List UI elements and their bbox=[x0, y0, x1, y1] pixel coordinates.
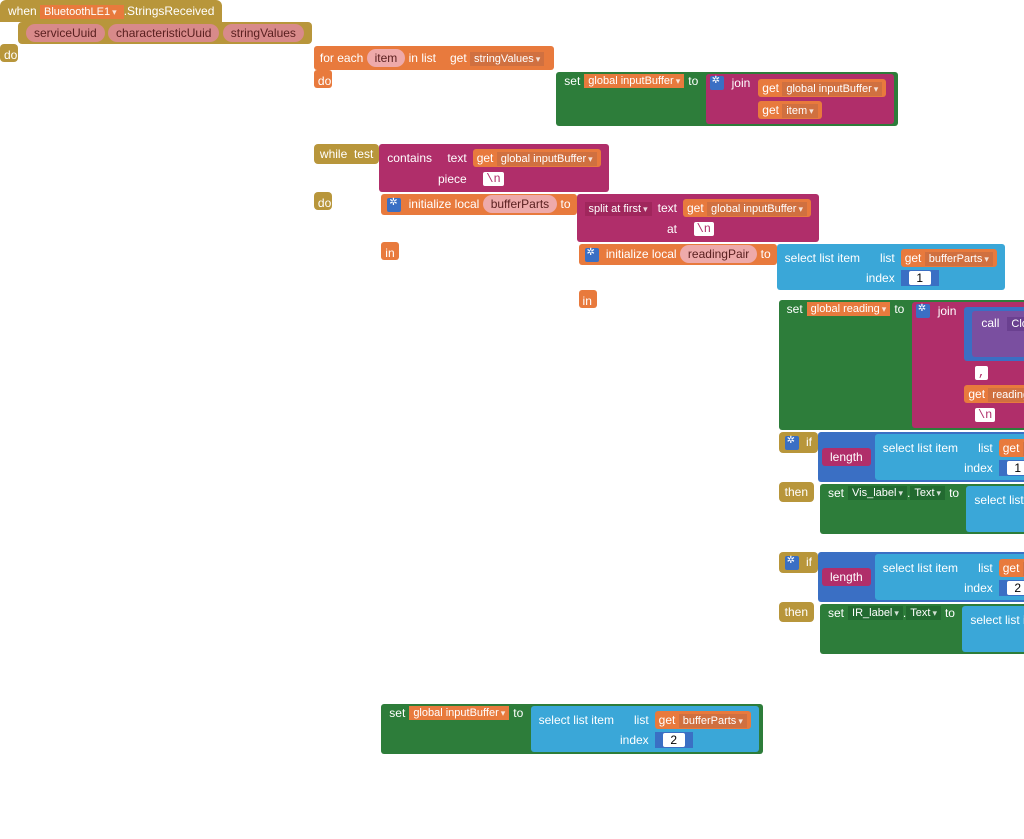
set-inputbuffer-join[interactable]: set global inputBuffer▾ to join get bbox=[556, 72, 898, 126]
param-serviceUuid: serviceUuid bbox=[26, 24, 105, 42]
foreach-do: do bbox=[318, 70, 328, 88]
get-readingpair-5[interactable]: get readingPair▾ bbox=[999, 559, 1024, 577]
gear-icon[interactable] bbox=[785, 556, 799, 570]
init-bufferparts[interactable]: initialize local bufferParts to sp bbox=[381, 194, 1024, 702]
split-block[interactable]: split at first▾ text get global inputBuf… bbox=[577, 194, 819, 242]
param-stringValues: stringValues bbox=[223, 24, 304, 42]
get-bufferparts-2[interactable]: get bufferParts▾ bbox=[655, 711, 751, 729]
select-list-item-4[interactable]: select list item list get bbox=[875, 554, 1024, 600]
number-1[interactable]: 1 bbox=[901, 270, 939, 286]
set-inputbuffer-last[interactable]: set global inputBuffer▾ to select list i… bbox=[381, 704, 763, 754]
foreach-label: for each bbox=[320, 51, 363, 65]
clock-getmillis[interactable]: call Clock1▾ .GetMillis bbox=[972, 311, 1024, 357]
param-characteristicUuid: characteristicUuid bbox=[108, 24, 219, 42]
select-list-item-6[interactable]: select list item list get bufferParts▾ bbox=[531, 706, 759, 752]
number-idx1[interactable]: 1 bbox=[999, 460, 1024, 476]
gear-icon[interactable] bbox=[916, 304, 930, 318]
compare-2[interactable]: length select list item bbox=[818, 552, 1024, 602]
init-readingpair[interactable]: initialize local readingPair to bbox=[579, 244, 1024, 686]
if-block-2[interactable]: if length bbox=[779, 552, 1024, 670]
gear-icon[interactable] bbox=[585, 248, 599, 262]
number-idx2[interactable]: 2 bbox=[999, 580, 1024, 596]
select-list-item-5[interactable]: select list item list get bbox=[962, 606, 1024, 652]
get-inputbuffer-2[interactable]: get global inputBuffer▾ bbox=[473, 149, 601, 167]
get-inputbuffer-3[interactable]: get global inputBuffer▾ bbox=[683, 199, 811, 217]
compare-1[interactable]: length select list item bbox=[818, 432, 1024, 482]
event-component[interactable]: BluetoothLE1▾ bbox=[40, 5, 124, 19]
set-global-reading[interactable]: set global reading▾ to join bbox=[779, 300, 1024, 430]
set-ir-label[interactable]: set IR_label▾ . Text▾ to bbox=[820, 604, 1024, 654]
get-readingpair-3[interactable]: get readingPair▾ bbox=[999, 439, 1024, 457]
foreach-var[interactable]: item bbox=[367, 49, 406, 67]
math-divide[interactable]: call Clock1▾ .GetMillis bbox=[964, 307, 1024, 361]
select-list-item-3[interactable]: select list item list get bbox=[966, 486, 1024, 532]
get-stringValues[interactable]: get stringValues▾ bbox=[446, 49, 548, 67]
event-block[interactable]: when BluetoothLE1▾ .StringsReceived serv… bbox=[0, 0, 1024, 786]
string-newline-1[interactable]: " \n " bbox=[473, 171, 515, 187]
length-1[interactable]: length bbox=[822, 448, 871, 466]
gear-icon[interactable] bbox=[785, 436, 799, 450]
gear-icon[interactable] bbox=[387, 198, 401, 212]
while-block[interactable]: while test contains text get bbox=[314, 144, 1024, 770]
length-2[interactable]: length bbox=[822, 568, 871, 586]
set-vis-label[interactable]: set Vis_label▾ . Text▾ to bbox=[820, 484, 1024, 534]
get-readingpair-1[interactable]: get readingPair▾ bbox=[964, 385, 1024, 403]
do-label: do bbox=[4, 44, 14, 62]
get-bufferparts[interactable]: get bufferParts▾ bbox=[901, 249, 997, 267]
string-newline-3[interactable]: " \n " bbox=[964, 407, 1006, 423]
string-comma[interactable]: " , " bbox=[964, 365, 998, 381]
inlist-label: in list bbox=[409, 51, 436, 65]
select-list-item-2[interactable]: select list item list get bbox=[875, 434, 1024, 480]
get-item[interactable]: get item▾ bbox=[758, 101, 821, 119]
string-newline-2[interactable]: " \n " bbox=[683, 221, 725, 237]
get-inputbuffer[interactable]: get global inputBuffer▾ bbox=[758, 79, 886, 97]
gear-icon[interactable] bbox=[710, 76, 724, 90]
foreach-block[interactable]: for each item in list get stringValues▾ … bbox=[314, 46, 898, 142]
if-block-1[interactable]: if length bbox=[779, 432, 1024, 550]
when-label: when bbox=[8, 4, 37, 18]
math-subtract[interactable]: call Clock1▾ .GetMillis bbox=[968, 309, 1024, 359]
event-method: .StringsReceived bbox=[124, 4, 215, 18]
number-idx2c[interactable]: 2 bbox=[655, 732, 693, 748]
select-list-item-1[interactable]: select list item list get bufferParts▾ bbox=[777, 244, 1005, 290]
contains-block[interactable]: contains text get global inputBuffer▾ bbox=[379, 144, 608, 192]
